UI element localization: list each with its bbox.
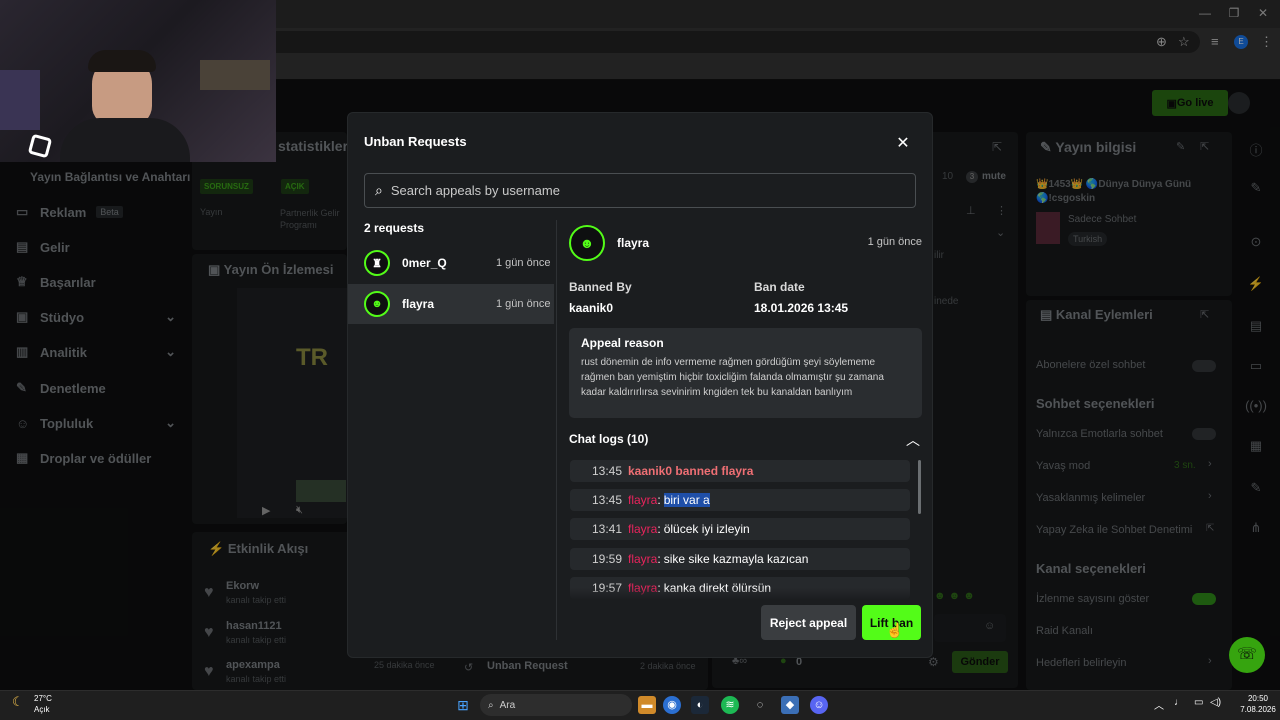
log-user: flayra [628, 522, 658, 536]
request-item[interactable]: ☻ flayra 1 gün önce [348, 284, 554, 324]
banned-by-value: kaanik0 [569, 301, 614, 315]
steam-icon[interactable]: ◐ [691, 696, 709, 714]
log-text: sike sike kazmayla kazıcan [663, 552, 809, 566]
moon-icon: ☾ [12, 694, 24, 709]
log-user: flayra [628, 493, 658, 507]
search-input[interactable] [390, 183, 891, 198]
avatar: ☻ [569, 225, 605, 261]
log-time: 13:45 [591, 464, 622, 478]
chat-logs-label[interactable]: Chat logs (10) [569, 432, 648, 446]
folder-icon[interactable]: ▬ [638, 696, 656, 714]
weather-widget[interactable]: 27°C Açık [34, 693, 52, 715]
chat-log-row: 13:45 flayra: biri var a [570, 489, 910, 511]
mic-icon[interactable]: ♩ [1174, 697, 1184, 708]
chat-log-row: 13:45 kaanik0 banned flayra [570, 460, 910, 482]
request-time: 1 gün önce [496, 257, 551, 269]
appeal-reason-label: Appeal reason [581, 336, 664, 350]
banned-by-label: Banned By [569, 280, 632, 294]
request-username: 0mer_Q [402, 256, 447, 270]
taskbar-search-label: Ara [499, 699, 516, 711]
chrome-icon[interactable]: ◉ [663, 696, 681, 714]
weather-temp: 27°C [34, 694, 52, 703]
clock-date: 7.08.2026 [1240, 705, 1276, 714]
shelf-shape [200, 60, 270, 90]
log-time: 19:59 [591, 552, 622, 566]
body-shape [60, 118, 190, 162]
cursor-icon: ☝ [886, 622, 904, 638]
webcam-overlay [0, 0, 276, 162]
logs-fade [569, 588, 914, 600]
reject-appeal-button[interactable]: Reject appeal [761, 605, 856, 640]
close-icon[interactable]: ✕ [894, 133, 912, 153]
ban-date-label: Ban date [754, 280, 805, 294]
discord-icon[interactable]: ☺ [810, 696, 828, 714]
detail-username[interactable]: flayra [617, 236, 649, 250]
network-icon[interactable]: ▭ [1194, 697, 1203, 708]
search-field[interactable]: ⌕ [364, 173, 916, 208]
volume-icon[interactable]: ◁) [1210, 697, 1221, 708]
log-time: 13:45 [591, 493, 622, 507]
log-user: flayra [628, 552, 658, 566]
modal-title: Unban Requests [364, 134, 467, 149]
taskbar-clock[interactable]: 20:50 7.08.2026 [1238, 693, 1278, 715]
request-item[interactable]: ♜ 0mer_Q 1 gün önce [348, 243, 554, 283]
hair-shape [88, 50, 156, 72]
request-time: 1 gün önce [496, 298, 551, 310]
spotify-icon[interactable]: ≋ [721, 696, 739, 714]
cam-logo-shape [27, 133, 53, 159]
log-time: 13:41 [591, 522, 622, 536]
tray-chevron-icon[interactable]: ︿ [1154, 697, 1164, 712]
request-username: flayra [402, 297, 435, 311]
appeal-reason-text: rust dönemin de info vermeme rağmen görd… [581, 357, 884, 398]
log-text: ölücek iyi izleyin [663, 522, 750, 536]
search-icon: ⌕ [375, 182, 383, 198]
app-icon[interactable]: ◆ [781, 696, 799, 714]
chat-logs-scrollbar[interactable] [918, 460, 921, 514]
chat-log-row: 13:41 flayra: ölücek iyi izleyin [570, 518, 910, 540]
windows-start-icon[interactable]: ⊞ [454, 696, 472, 714]
detail-time: 1 gün önce [867, 236, 922, 248]
request-count: 2 requests [364, 221, 425, 235]
taskbar-search[interactable]: ⌕ Ara [480, 694, 632, 716]
log-text: biri var a [663, 493, 710, 507]
divider [556, 220, 557, 640]
avatar: ☻ [364, 291, 390, 317]
weather-desc: Açık [34, 705, 50, 714]
log-ban-text: kaanik0 banned flayra [628, 464, 754, 478]
ban-date-value: 18.01.2026 13:45 [754, 301, 849, 315]
clock-time: 20:50 [1247, 694, 1269, 703]
chat-log-row: 19:59 flayra: sike sike kazmayla kazıcan [570, 548, 910, 570]
avatar: ♜ [364, 250, 390, 276]
search-icon: ⌕ [488, 699, 494, 711]
chevron-up-icon[interactable]: ︿ [906, 430, 920, 450]
mic-arm-shape [0, 70, 40, 130]
app-icon[interactable]: ◌ [751, 696, 769, 714]
